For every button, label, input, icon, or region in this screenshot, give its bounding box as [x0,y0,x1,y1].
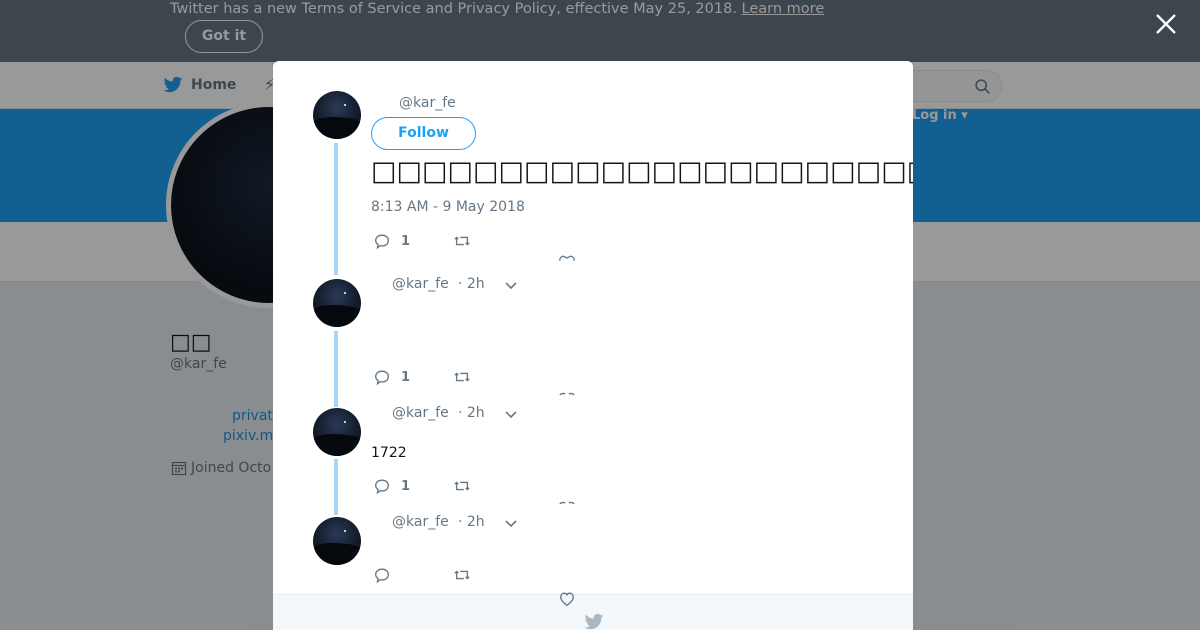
reply-action[interactable]: 1 [373,368,410,386]
like-icon[interactable] [558,254,576,262]
tweet-time[interactable]: · 2h [458,276,485,292]
twitter-bird-icon [584,613,604,630]
reply-action[interactable]: 1 [373,232,410,250]
retweet-icon[interactable] [453,232,471,250]
avatar[interactable] [313,408,361,456]
reply-count: 1 [401,478,411,494]
tweet-text: 1722 [371,445,407,461]
tweet-time[interactable]: · 2h [458,405,485,421]
tweet-text: □□□□□□□□□□□□□□□□□□□□□□□□□□□□□□□□□□□□□□□□… [371,156,913,187]
like-icon[interactable] [558,501,576,505]
retweet-icon[interactable] [453,368,471,386]
chevron-down-icon[interactable] [504,410,518,420]
like-icon[interactable] [558,392,576,396]
tweet-modal: @kar_fe Follow □□□□□□□□□□□□□□□□□□□□□□□□□… [273,61,913,630]
close-icon[interactable] [1154,12,1178,36]
tweet-handle[interactable]: @kar_fe [392,405,449,421]
avatar[interactable] [313,279,361,327]
thread-line [334,331,338,407]
chevron-down-icon[interactable] [504,519,518,529]
like-icon[interactable] [558,590,576,608]
tweet-time[interactable]: · 2h [458,514,485,530]
reply-icon [375,479,389,495]
chevron-down-icon[interactable] [504,281,518,291]
follow-button[interactable]: Follow [371,117,476,150]
reply-action[interactable] [373,566,401,584]
retweet-icon[interactable] [453,477,471,495]
retweet-icon[interactable] [453,566,471,584]
thread-line [334,143,338,275]
reply-icon [375,568,389,584]
reply-action[interactable]: 1 [373,477,410,495]
modal-footer [273,594,913,630]
avatar[interactable] [313,91,361,139]
tweet-handle[interactable]: @kar_fe [399,95,456,111]
tweet-handle[interactable]: @kar_fe [392,276,449,292]
reply-icon [375,234,389,250]
avatar[interactable] [313,517,361,565]
reply-icon [375,370,389,386]
thread-line [334,459,338,515]
tweet-handle[interactable]: @kar_fe [392,514,449,530]
tweet-timestamp[interactable]: 8:13 AM - 9 May 2018 [371,199,525,215]
reply-count: 1 [401,369,411,385]
reply-count: 1 [401,233,411,249]
